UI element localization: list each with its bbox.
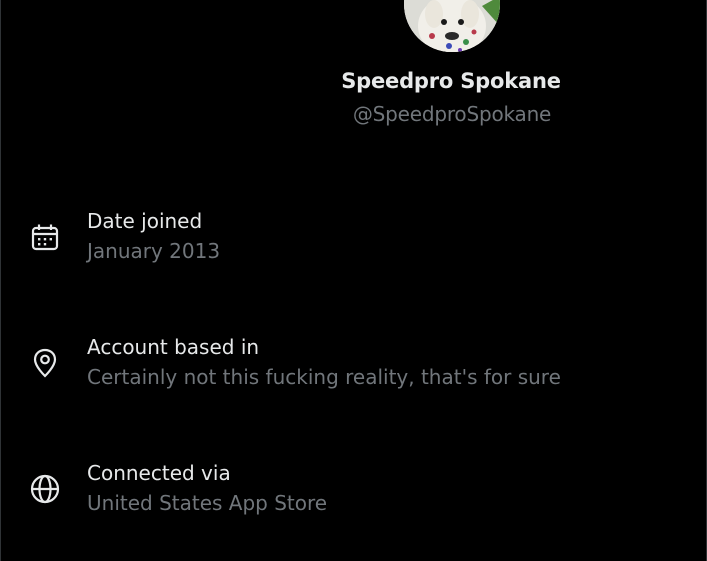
- user-handle: @SpeedproSpokane: [352, 102, 552, 126]
- about-account-panel: Speedpro Spokane @SpeedproSpokane Date j…: [0, 0, 707, 561]
- avatar[interactable]: [404, 0, 500, 52]
- detail-label: Connected via: [87, 461, 231, 485]
- calendar-icon: [29, 221, 61, 253]
- detail-value: Certainly not this fucking reality, that…: [87, 365, 561, 389]
- detail-value: January 2013: [87, 239, 221, 263]
- detail-value: United States App Store: [87, 491, 328, 515]
- detail-row-account-based-in: Account based in Certainly not this fuck…: [1, 335, 706, 405]
- detail-row-date-joined: Date joined January 2013: [1, 209, 706, 279]
- detail-label: Date joined: [87, 209, 203, 233]
- avatar-image: [404, 0, 500, 52]
- display-name: Speedpro Spokane: [341, 69, 561, 93]
- globe-icon: [29, 473, 61, 505]
- detail-row-connected-via: Connected via United States App Store: [1, 461, 706, 531]
- location-pin-icon: [29, 347, 61, 379]
- detail-label: Account based in: [87, 335, 260, 359]
